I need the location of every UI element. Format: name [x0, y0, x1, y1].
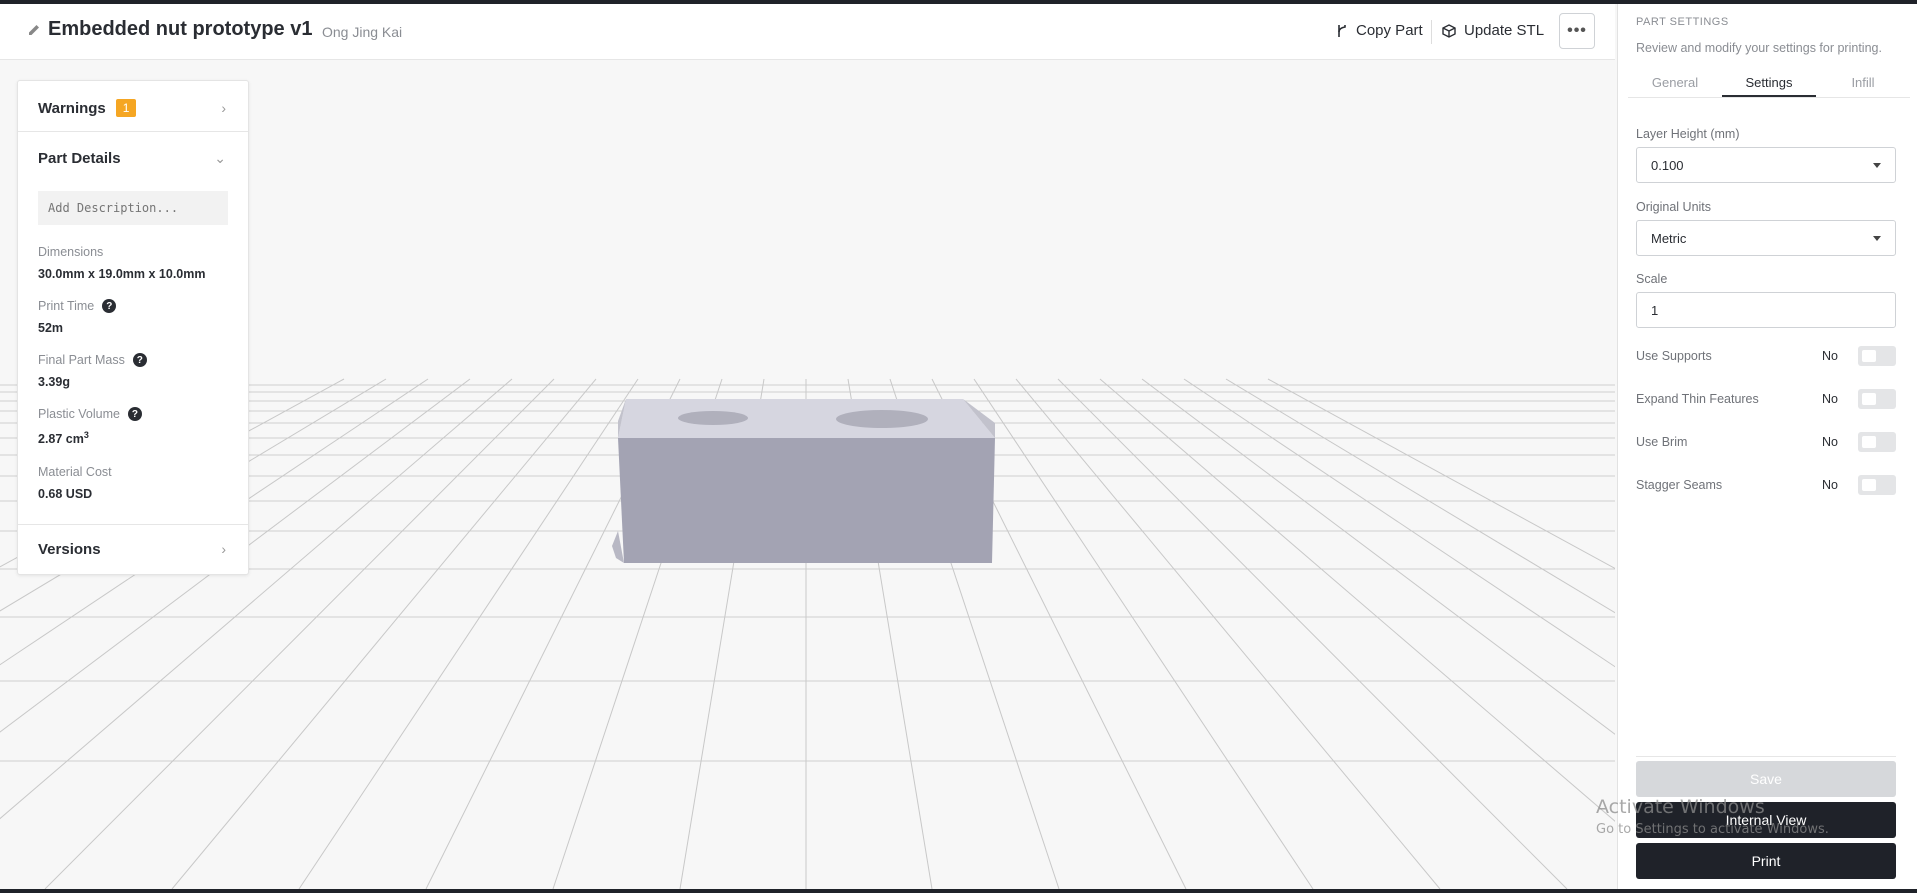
original-units-label: Original Units [1636, 200, 1712, 214]
final-mass-value: 3.39g [38, 375, 70, 389]
activate-windows-watermark: Activate Windows Go to Settings to activ… [1596, 796, 1829, 837]
caret-down-icon [1873, 236, 1881, 241]
branch-icon [1338, 24, 1346, 37]
divider [18, 524, 248, 525]
original-units-select[interactable]: Metric [1636, 220, 1896, 256]
expand-thin-features-row: Expand Thin Features No [1636, 389, 1896, 409]
warnings-row[interactable]: Warnings 1 › [18, 93, 248, 123]
panel-title: PART SETTINGS [1636, 16, 1729, 28]
caret-down-icon [1873, 163, 1881, 168]
expand-thin-features-label: Expand Thin Features [1636, 392, 1759, 406]
divider [1636, 756, 1896, 757]
description-input[interactable] [38, 191, 228, 225]
print-time-value: 52m [38, 321, 64, 335]
divider [18, 131, 248, 132]
part-header: Embedded nut prototype v1 Ong Jing Kai C… [0, 4, 1615, 60]
owner-name: Ong Jing Kai [322, 24, 403, 40]
part-title[interactable]: Embedded nut prototype v1 [48, 18, 312, 41]
use-supports-toggle[interactable] [1858, 346, 1896, 366]
layer-height-label: Layer Height (mm) [1636, 127, 1740, 141]
save-button[interactable]: Save [1636, 761, 1896, 797]
cube-icon [1442, 23, 1456, 38]
print-time-label: Print Time? [38, 299, 117, 313]
tab-infill[interactable]: Infill [1816, 68, 1910, 97]
plastic-volume-label: Plastic Volume? [38, 407, 142, 421]
warnings-label: Warnings [38, 99, 106, 117]
copy-part-button[interactable]: Copy Part [1336, 22, 1423, 39]
help-icon[interactable]: ? [132, 353, 147, 367]
chevron-down-icon: ⌄ [214, 149, 226, 166]
window-bottom-border [0, 889, 1917, 893]
copy-part-label: Copy Part [1356, 22, 1423, 39]
material-cost-label: Material Cost [38, 465, 112, 479]
part-settings-panel: PART SETTINGS Review and modify your set… [1617, 4, 1917, 889]
use-supports-label: Use Supports [1636, 349, 1712, 363]
pencil-icon[interactable] [26, 22, 42, 38]
stagger-seams-label: Stagger Seams [1636, 478, 1723, 492]
scale-input[interactable]: 1 [1636, 292, 1896, 328]
warnings-count-badge: 1 [115, 99, 137, 117]
use-supports-row: Use Supports No [1636, 346, 1896, 366]
chevron-right-icon: › [221, 541, 226, 557]
layer-height-select[interactable]: 0.100 [1636, 147, 1896, 183]
panel-subtitle: Review and modify your settings for prin… [1636, 41, 1882, 55]
more-options-button[interactable]: ••• [1559, 13, 1595, 49]
original-units-value: Metric [1651, 230, 1687, 246]
watermark-subtitle: Go to Settings to activate Windows. [1596, 822, 1829, 837]
use-brim-toggle[interactable] [1858, 432, 1896, 452]
expand-thin-features-value: No [1822, 392, 1838, 406]
help-icon[interactable]: ? [102, 299, 117, 313]
scale-label: Scale [1636, 272, 1668, 286]
update-stl-button[interactable]: Update STL [1442, 22, 1544, 39]
use-supports-value: No [1822, 349, 1838, 363]
chevron-right-icon: › [221, 100, 226, 116]
stagger-seams-value: No [1822, 478, 1838, 492]
part-details-row[interactable]: Part Details ⌄ [18, 141, 248, 175]
use-brim-label: Use Brim [1636, 435, 1688, 449]
versions-label: Versions [38, 540, 101, 558]
stagger-seams-row: Stagger Seams No [1636, 475, 1896, 495]
layer-height-value: 0.100 [1651, 157, 1684, 173]
part-details-label: Part Details [38, 149, 121, 167]
watermark-title: Activate Windows [1596, 796, 1765, 818]
print-button[interactable]: Print [1636, 843, 1896, 879]
part-model[interactable] [612, 399, 995, 563]
tab-settings[interactable]: Settings [1722, 68, 1816, 97]
material-cost-value: 0.68 USD [38, 487, 93, 501]
dimensions-label: Dimensions [38, 245, 104, 259]
final-mass-label: Final Part Mass? [38, 353, 147, 367]
tab-general[interactable]: General [1628, 68, 1722, 97]
more-icon: ••• [1567, 22, 1587, 39]
expand-thin-features-toggle[interactable] [1858, 389, 1896, 409]
part-info-panel: Warnings 1 › Part Details ⌄ Dimensions 3… [17, 80, 249, 575]
dimensions-value: 30.0mm x 19.0mm x 10.0mm [38, 267, 206, 281]
help-icon[interactable]: ? [127, 407, 142, 421]
update-stl-label: Update STL [1464, 22, 1545, 39]
use-brim-row: Use Brim No [1636, 432, 1896, 452]
header-divider [1431, 20, 1432, 44]
versions-row[interactable]: Versions › [18, 533, 248, 565]
settings-tabs: General Settings Infill [1628, 68, 1910, 98]
stagger-seams-toggle[interactable] [1858, 475, 1896, 495]
plastic-volume-value: 2.87 cm3 [38, 430, 89, 447]
use-brim-value: No [1822, 435, 1838, 449]
